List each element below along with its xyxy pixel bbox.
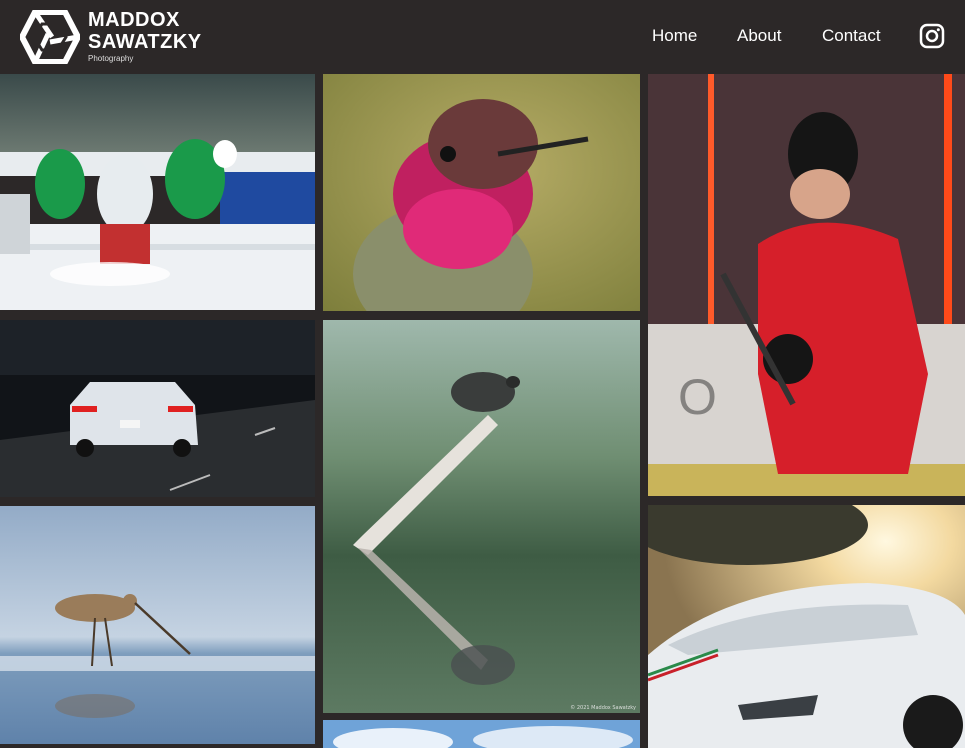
gallery-photo-hockey-player[interactable]: O xyxy=(648,74,965,496)
hockey-player-image: O xyxy=(648,74,965,496)
turtle-image xyxy=(323,320,640,713)
shorebird-image xyxy=(0,506,315,744)
gallery-photo-sports-car[interactable] xyxy=(648,505,965,748)
nav-home-link[interactable]: Home xyxy=(652,26,697,46)
brand-last-name: SAWATZKY xyxy=(88,31,202,53)
sports-car-image xyxy=(648,505,965,748)
sky-image xyxy=(323,720,640,748)
brand-tagline: Photography xyxy=(88,54,134,63)
nav-about-link[interactable]: About xyxy=(737,26,781,46)
svg-text:O: O xyxy=(678,369,717,425)
hockey-action-image xyxy=(0,74,315,310)
brand-first-name: MADDOX xyxy=(88,9,180,31)
instagram-icon[interactable] xyxy=(919,23,945,49)
gallery-photo-shorebird[interactable] xyxy=(0,506,315,744)
hummingbird-image xyxy=(323,74,640,311)
camera-aperture-logo-icon[interactable] xyxy=(20,10,80,64)
brand-name[interactable]: MADDOX SAWATZKY Photography xyxy=(88,9,202,64)
car-night-image xyxy=(0,320,315,497)
gallery-photo-sky[interactable] xyxy=(323,720,640,748)
gallery-photo-hockey-action[interactable] xyxy=(0,74,315,310)
site-header: MADDOX SAWATZKY Photography Home About C… xyxy=(0,0,965,74)
nav-contact-link[interactable]: Contact xyxy=(822,26,881,46)
gallery-photo-turtle[interactable]: © 2021 Maddox Sawatzky xyxy=(323,320,640,713)
gallery-photo-hummingbird[interactable] xyxy=(323,74,640,311)
photo-watermark: © 2021 Maddox Sawatzky xyxy=(570,705,636,711)
gallery-photo-car-night[interactable] xyxy=(0,320,315,497)
